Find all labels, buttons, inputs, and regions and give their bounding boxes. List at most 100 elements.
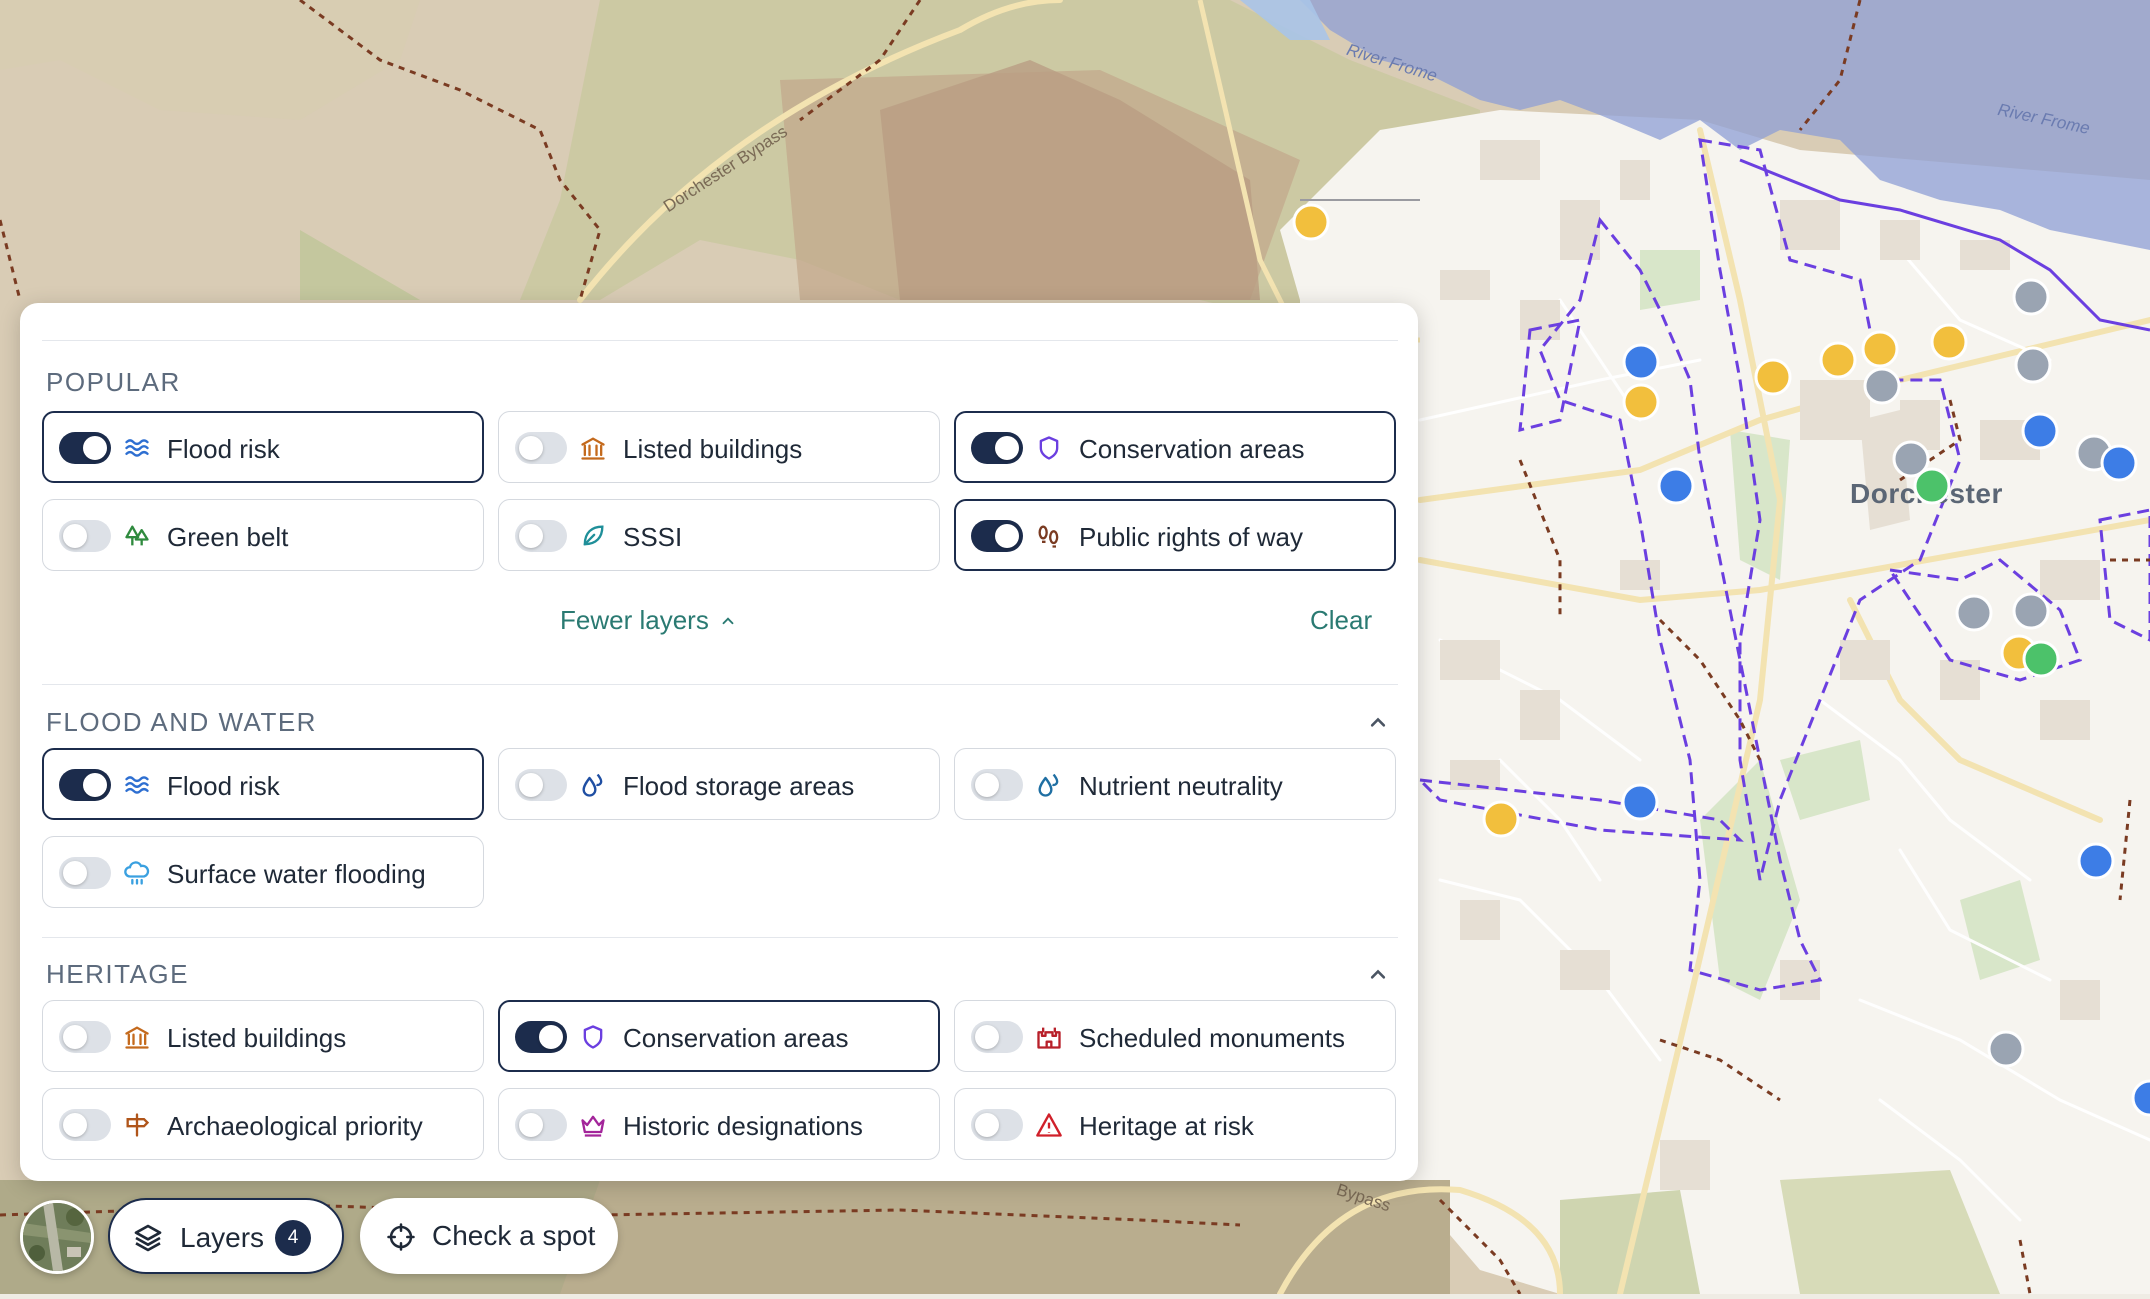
layers-icon: [134, 1224, 162, 1252]
layer-label: Green belt: [167, 522, 289, 552]
fewer-layers-button[interactable]: Fewer layers: [560, 605, 737, 636]
satellite-thumbnail-icon: [23, 1203, 91, 1271]
map-marker-green[interactable]: [2022, 640, 2060, 678]
layers-button[interactable]: Layers 4: [108, 1198, 344, 1274]
layer-toggle-sssi[interactable]: SSSI: [498, 499, 940, 571]
map-marker-yellow[interactable]: [1482, 800, 1520, 838]
toggle-switch[interactable]: [59, 769, 111, 801]
layer-label: Conservation areas: [623, 1023, 849, 1053]
chevron-up-icon[interactable]: [1364, 709, 1392, 737]
layer-label: Public rights of way: [1079, 522, 1303, 552]
map-marker-blue[interactable]: [2021, 412, 2059, 450]
layer-toggle-flood-risk[interactable]: Flood risk: [42, 748, 484, 820]
section-heading-flood-and-water: FLOOD AND WATER: [46, 707, 317, 737]
waves-icon: [125, 776, 149, 794]
layer-toggle-nutrient-neutrality[interactable]: Nutrient neutrality: [954, 748, 1396, 820]
crosshair-icon: [387, 1223, 415, 1251]
crown-icon: [581, 1115, 605, 1137]
toggle-switch[interactable]: [515, 769, 567, 801]
map-marker-yellow[interactable]: [1819, 341, 1857, 379]
section-heading-popular: POPULAR: [46, 367, 181, 397]
layer-toggle-surface-water-flooding[interactable]: Surface water flooding: [42, 836, 484, 908]
layer-label: Conservation areas: [1079, 434, 1305, 464]
layer-label: Nutrient neutrality: [1079, 771, 1283, 801]
cloud-rain-icon: [124, 861, 150, 885]
map-marker-blue[interactable]: [2100, 444, 2138, 482]
alert-triangle-icon: [1036, 1113, 1062, 1137]
layer-label: Listed buildings: [623, 434, 803, 464]
map-marker-blue[interactable]: [2077, 842, 2115, 880]
layer-toggle-green-belt[interactable]: Green belt: [42, 499, 484, 571]
toggle-switch[interactable]: [515, 432, 567, 464]
toggle-switch[interactable]: [971, 769, 1023, 801]
map-marker-grey[interactable]: [1863, 367, 1901, 405]
toggle-switch[interactable]: [515, 1109, 567, 1141]
check-a-spot-button[interactable]: Check a spot: [360, 1198, 618, 1274]
map-marker-blue[interactable]: [1622, 343, 1660, 381]
map-marker-blue[interactable]: [1621, 783, 1659, 821]
map-marker-grey[interactable]: [2012, 278, 2050, 316]
toggle-switch[interactable]: [59, 432, 111, 464]
layer-toggle-archaeological-priority[interactable]: Archaeological priority: [42, 1088, 484, 1160]
layer-toggle-scheduled-monuments[interactable]: Scheduled monuments: [954, 1000, 1396, 1072]
map-marker-yellow[interactable]: [1861, 330, 1899, 368]
layer-label: Flood storage areas: [623, 771, 855, 801]
layer-label: Listed buildings: [167, 1023, 347, 1053]
layer-panel: POPULAR Flood risk Listed buildings Cons…: [20, 303, 1418, 1181]
droplets-icon: [582, 773, 603, 797]
layer-toggle-conservation-areas[interactable]: Conservation areas: [498, 1000, 940, 1072]
map-marker-yellow[interactable]: [1754, 358, 1792, 396]
toggle-switch[interactable]: [59, 520, 111, 552]
leaf-icon: [583, 525, 604, 546]
map-marker-green[interactable]: [1913, 467, 1951, 505]
toggle-switch[interactable]: [971, 1109, 1023, 1141]
toggle-switch[interactable]: [515, 1021, 567, 1053]
layer-toggle-public-rights-of-way[interactable]: Public rights of way: [954, 499, 1396, 571]
layer-label: Archaeological priority: [167, 1111, 423, 1141]
toggle-switch[interactable]: [971, 432, 1023, 464]
layer-label: Surface water flooding: [167, 859, 426, 889]
map-marker-grey[interactable]: [1955, 594, 1993, 632]
chevron-up-icon: [722, 616, 734, 624]
layer-label: Flood risk: [167, 434, 280, 464]
trees-icon: [125, 525, 149, 546]
layer-label: Flood risk: [167, 771, 280, 801]
layer-toggle-conservation-areas[interactable]: Conservation areas: [954, 411, 1396, 483]
divider: [42, 937, 1398, 938]
basemap-switcher[interactable]: [20, 1200, 94, 1274]
layer-label: Historic designations: [623, 1111, 863, 1141]
layer-toggle-historic-designations[interactable]: Historic designations: [498, 1088, 940, 1160]
layer-toggle-heritage-at-risk[interactable]: Heritage at risk: [954, 1088, 1396, 1160]
toggle-switch[interactable]: [59, 1021, 111, 1053]
layer-toggle-flood-storage-areas[interactable]: Flood storage areas: [498, 748, 940, 820]
map-marker-grey[interactable]: [1987, 1030, 2025, 1068]
layers-button-label: Layers: [180, 1222, 265, 1253]
clear-button[interactable]: Clear: [1310, 605, 1372, 636]
layer-toggle-flood-risk[interactable]: Flood risk: [42, 411, 484, 483]
footprints-icon: [1038, 525, 1059, 548]
toggle-switch[interactable]: [59, 1109, 111, 1141]
toggle-switch[interactable]: [971, 520, 1023, 552]
map-marker-blue[interactable]: [2131, 1079, 2150, 1117]
toggle-switch[interactable]: [971, 1021, 1023, 1053]
waves-icon: [125, 439, 149, 457]
active-layers-count-badge: 4: [275, 1220, 311, 1256]
divider: [42, 340, 1398, 341]
layer-toggle-listed-buildings[interactable]: Listed buildings: [498, 411, 940, 483]
toggle-switch[interactable]: [59, 857, 111, 889]
shield-icon: [583, 1025, 603, 1049]
map-marker-grey[interactable]: [2012, 592, 2050, 630]
toggle-switch[interactable]: [515, 520, 567, 552]
check-a-spot-label: Check a spot: [432, 1220, 596, 1251]
map-marker-grey[interactable]: [2014, 346, 2052, 384]
layer-label: Scheduled monuments: [1079, 1023, 1345, 1053]
map-marker-yellow[interactable]: [1622, 383, 1660, 421]
signpost-icon: [126, 1113, 150, 1137]
layer-toggle-listed-buildings[interactable]: Listed buildings: [42, 1000, 484, 1072]
map-marker-yellow[interactable]: [1930, 323, 1968, 361]
layer-label: SSSI: [623, 522, 683, 552]
map-marker-blue[interactable]: [1657, 467, 1695, 505]
section-heading-heritage: HERITAGE: [46, 959, 189, 989]
map-marker-yellow[interactable]: [1292, 203, 1330, 241]
chevron-up-icon[interactable]: [1364, 961, 1392, 989]
